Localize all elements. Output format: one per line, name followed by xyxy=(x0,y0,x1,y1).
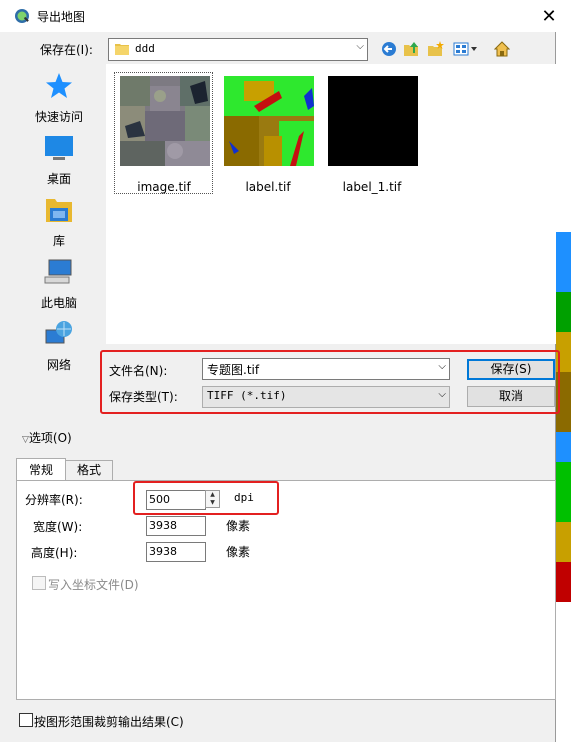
height-label: 高度(H): xyxy=(31,546,78,560)
file-name: label.tif xyxy=(245,180,291,194)
file-item-label-1-tif[interactable]: label_1.tif xyxy=(322,72,418,194)
desktop-icon xyxy=(44,134,74,162)
save-in-label: 保存在(I): xyxy=(40,43,93,57)
satellite-thumbnail xyxy=(120,76,210,166)
new-folder-icon[interactable] xyxy=(427,40,445,58)
save-in-dropdown[interactable]: ddd ⌵ xyxy=(108,38,368,61)
library-icon xyxy=(44,196,74,224)
network-icon xyxy=(44,320,74,348)
triangle-down-icon: ▽ xyxy=(22,435,29,445)
width-label: 宽度(W): xyxy=(33,520,83,534)
cancel-button[interactable]: 取消 xyxy=(467,386,555,407)
file-name: image.tif xyxy=(137,180,191,194)
place-label: 库 xyxy=(52,234,65,248)
height-unit: 像素 xyxy=(226,545,251,559)
file-item-label-tif[interactable]: label.tif xyxy=(218,72,314,194)
file-item-image-tif[interactable]: image.tif xyxy=(114,72,213,194)
tab-general[interactable]: 常规 xyxy=(16,458,66,481)
clip-label: 按图形范围裁剪输出结果(C) xyxy=(34,715,184,729)
chevron-down-icon[interactable]: ⌵ xyxy=(438,361,446,372)
filetype-dropdown[interactable]: TIFF (*.tif) ⌵ xyxy=(202,386,450,408)
up-folder-icon[interactable] xyxy=(403,40,421,58)
place-label: 网络 xyxy=(46,358,71,372)
resolution-input[interactable]: 500 xyxy=(146,490,206,510)
back-icon[interactable] xyxy=(380,40,398,58)
chevron-down-icon: ⌵ xyxy=(438,389,446,400)
resolution-unit: dpi xyxy=(234,491,254,504)
save-button[interactable]: 保存(S) xyxy=(467,359,555,380)
close-button[interactable]: ✕ xyxy=(534,0,564,32)
landcover-thumbnail xyxy=(224,76,314,166)
resolution-label: 分辨率(R): xyxy=(25,493,83,507)
title-bar xyxy=(0,0,571,32)
save-in-value: ddd xyxy=(135,42,155,55)
place-label: 桌面 xyxy=(46,172,71,186)
tab-format[interactable]: 格式 xyxy=(65,460,113,480)
width-input[interactable]: 3938 xyxy=(146,516,206,536)
window-title: 导出地图 xyxy=(37,10,86,24)
width-value: 3938 xyxy=(149,519,177,532)
places-bar: 快速访问 桌面 库 此电脑 网络 xyxy=(16,64,102,382)
spin-down-icon[interactable]: ▼ xyxy=(206,499,219,507)
world-file-checkbox[interactable] xyxy=(32,576,46,590)
place-label: 此电脑 xyxy=(40,296,77,310)
home-icon[interactable] xyxy=(493,40,511,58)
chevron-down-icon: ⌵ xyxy=(356,41,364,52)
star-icon xyxy=(44,72,74,100)
black-thumbnail xyxy=(328,76,418,166)
close-icon: ✕ xyxy=(541,5,557,27)
file-list: image.tif label.tif label_1.tif xyxy=(106,64,556,344)
filetype-value: TIFF (*.tif) xyxy=(207,389,287,402)
computer-icon xyxy=(44,258,74,286)
world-file-label: 写入坐标文件(D) xyxy=(48,578,139,592)
app-globe-icon xyxy=(14,8,30,24)
options-toggle[interactable]: ▽选项(O) xyxy=(22,429,72,446)
filetype-label: 保存类型(T): xyxy=(109,390,178,404)
spin-up-icon[interactable]: ▲ xyxy=(206,491,219,499)
height-input[interactable]: 3938 xyxy=(146,542,206,562)
height-value: 3938 xyxy=(149,545,177,558)
view-menu-icon[interactable] xyxy=(452,40,480,58)
file-name: label_1.tif xyxy=(342,180,402,194)
place-label: 快速访问 xyxy=(34,110,83,124)
resolution-value: 500 xyxy=(149,493,170,506)
clip-checkbox[interactable] xyxy=(19,713,33,727)
width-unit: 像素 xyxy=(226,519,251,533)
folder-icon xyxy=(115,42,129,55)
filename-value: 专题图.tif xyxy=(207,363,260,377)
filename-input[interactable]: 专题图.tif ⌵ xyxy=(202,358,450,380)
filename-label: 文件名(N): xyxy=(109,364,168,378)
resolution-spinner[interactable]: ▲ ▼ xyxy=(205,490,220,508)
options-label: 选项(O) xyxy=(28,431,72,445)
